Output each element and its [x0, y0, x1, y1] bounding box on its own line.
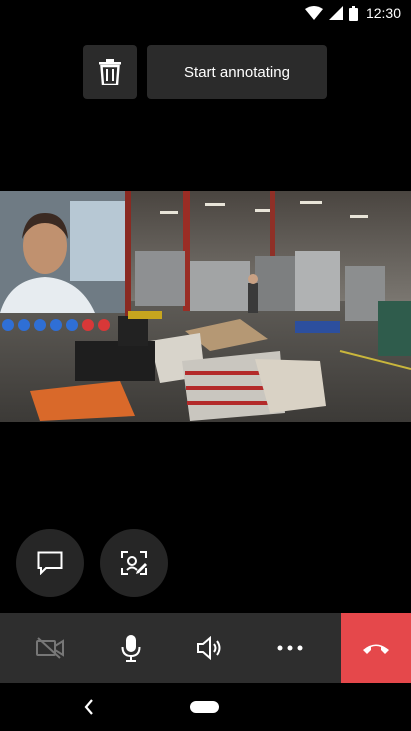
speaker-icon [197, 636, 221, 660]
pip-hangup-icon [98, 319, 110, 331]
pip-control-icon [50, 319, 62, 331]
wifi-icon [304, 6, 323, 20]
pip-control-icon [2, 319, 14, 331]
pip-record-icon [82, 319, 94, 331]
pip-control-icon [18, 319, 30, 331]
signal-icon [328, 6, 343, 20]
back-icon[interactable] [82, 697, 94, 717]
call-control-bar [0, 613, 411, 683]
status-icons: 12:30 [304, 5, 401, 21]
trash-icon [99, 59, 121, 85]
start-annotating-button[interactable]: Start annotating [147, 45, 327, 99]
home-pill-icon[interactable] [190, 701, 219, 713]
chat-icon [37, 551, 63, 575]
battery-icon [348, 5, 358, 21]
speaker-button[interactable] [175, 613, 245, 683]
chat-button[interactable] [16, 529, 84, 597]
snapshot-annotate-icon [121, 551, 147, 575]
camera-off-icon [36, 637, 64, 659]
pip-control-icon [34, 319, 46, 331]
pip-controls [0, 317, 125, 333]
delete-button[interactable] [83, 45, 137, 99]
microphone-button[interactable] [100, 613, 162, 683]
main-video-feed[interactable] [0, 191, 411, 422]
more-options-button[interactable] [255, 613, 325, 683]
microphone-icon [121, 635, 141, 662]
camera-toggle-button[interactable] [0, 613, 100, 683]
more-options-icon [277, 645, 303, 651]
self-view-video[interactable] [0, 191, 125, 313]
pip-control-icon [66, 319, 78, 331]
start-annotating-label: Start annotating [184, 63, 290, 81]
hang-up-icon [363, 644, 389, 654]
snapshot-annotate-button[interactable] [100, 529, 168, 597]
status-time: 12:30 [365, 5, 401, 21]
status-bar: 12:30 [0, 0, 411, 28]
navigation-bar [0, 683, 411, 731]
hang-up-button[interactable] [341, 613, 411, 683]
person-avatar [0, 191, 125, 313]
